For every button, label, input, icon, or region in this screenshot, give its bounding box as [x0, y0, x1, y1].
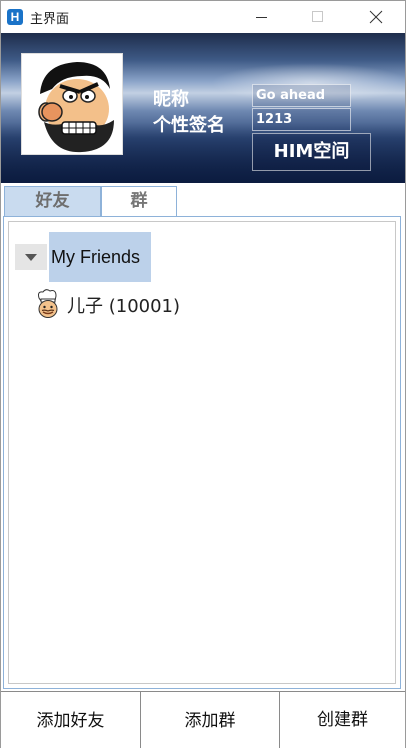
friend-name: 儿子 (10001) — [67, 296, 181, 317]
add-group-button[interactable]: 添加群 — [141, 692, 280, 748]
nickname-field[interactable]: Go ahead — [252, 84, 351, 107]
avatar-cartoon-icon — [22, 54, 122, 154]
minimize-button[interactable] — [239, 1, 285, 33]
friend-item[interactable]: 儿子 (10001) — [33, 288, 333, 320]
friend-list-panel: My Friends 儿子 (10001) — [3, 216, 401, 689]
tab-friends[interactable]: 好友 — [4, 186, 101, 216]
expand-arrow-icon[interactable] — [15, 244, 47, 270]
him-space-button[interactable]: HIM空间 — [252, 133, 371, 171]
add-friend-button[interactable]: 添加好友 — [1, 692, 141, 748]
nickname-label: 昵称 — [153, 89, 189, 110]
main-window: H 主界面 昵称 个性签名 Go ahead 1213 HIM空间 好友 群 M… — [0, 0, 406, 748]
avatar[interactable] — [21, 53, 123, 155]
bottom-toolbar: 添加好友 添加群 创建群 — [1, 691, 405, 748]
signature-label: 个性签名 — [153, 115, 225, 136]
profile-banner: 昵称 个性签名 Go ahead 1213 HIM空间 — [1, 33, 405, 183]
create-group-button[interactable]: 创建群 — [280, 692, 405, 748]
friend-tree: My Friends 儿子 (10001) — [8, 221, 396, 684]
close-button[interactable] — [353, 1, 399, 33]
title-bar: H 主界面 — [1, 1, 405, 33]
signature-field[interactable]: 1213 — [252, 108, 351, 131]
maximize-button[interactable] — [295, 1, 341, 33]
tab-groups[interactable]: 群 — [101, 186, 177, 216]
tab-bar: 好友 群 — [1, 184, 405, 216]
close-icon — [369, 10, 383, 24]
group-row-my-friends[interactable]: My Friends — [13, 228, 153, 282]
window-title: 主界面 — [30, 12, 70, 27]
group-name[interactable]: My Friends — [49, 232, 151, 282]
app-icon: H — [7, 9, 23, 25]
chef-avatar-icon — [33, 288, 63, 320]
